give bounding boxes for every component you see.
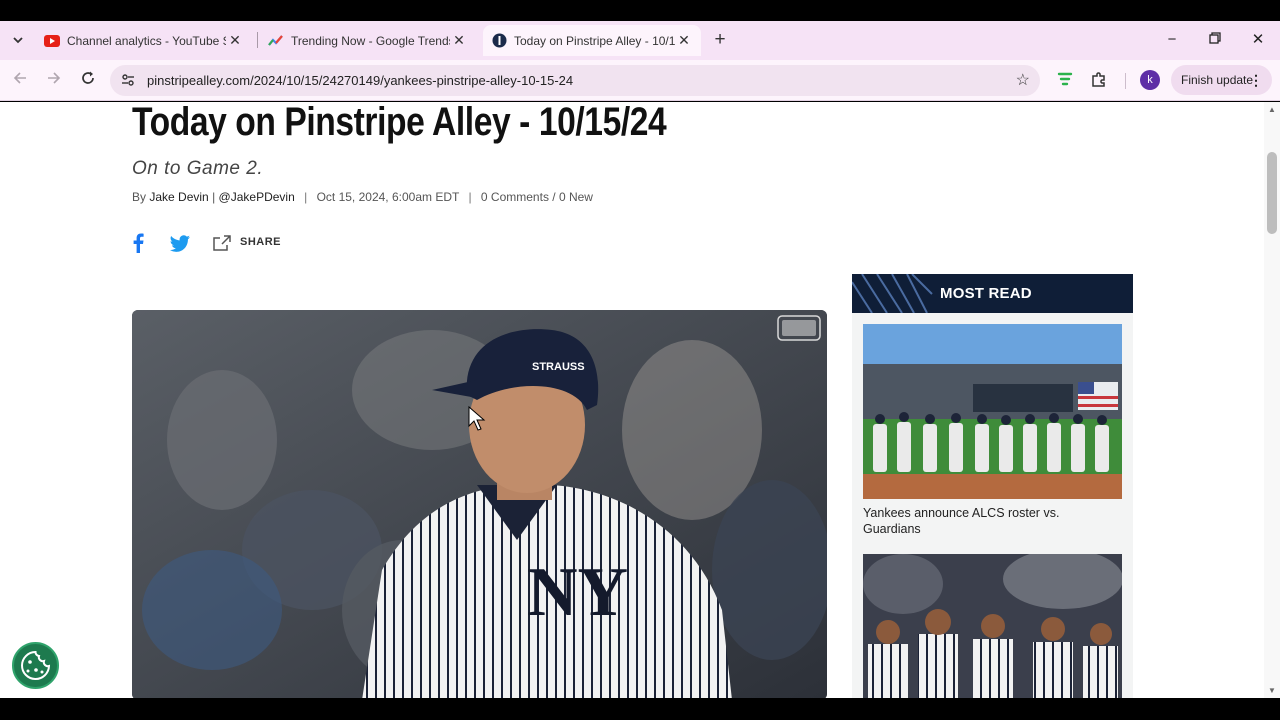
close-tab-icon[interactable]: ✕ [226, 32, 244, 49]
svg-text:STRAUSS: STRAUSS [532, 361, 585, 373]
tab-youtube-studio[interactable]: Channel analytics - YouTube Studio ✕ [36, 25, 252, 56]
tab-search-button[interactable] [7, 29, 29, 51]
extension-feedly-icon[interactable] [1056, 70, 1078, 92]
article-video[interactable]: NY STRAUSS [132, 310, 827, 698]
share-icon[interactable] [212, 232, 232, 254]
browser-tab-strip: Channel analytics - YouTube Studio ✕ Tre… [0, 21, 1280, 60]
new-tab-button[interactable]: + [709, 29, 731, 51]
tab-title: Trending Now - Google Trends [291, 33, 450, 48]
reload-button[interactable] [76, 69, 100, 93]
most-read-title: MOST READ [940, 285, 1032, 302]
finish-update-button[interactable]: Finish update ⋮ [1171, 65, 1272, 95]
tab-title: Channel analytics - YouTube Studio [67, 33, 226, 48]
google-trends-icon [268, 33, 284, 49]
restore-icon [1209, 32, 1221, 44]
page-scrollbar[interactable]: ▲ ▼ [1264, 102, 1280, 698]
toolbar-separator [1125, 73, 1126, 89]
minimize-button[interactable]: − [1160, 28, 1184, 52]
article-title: Today on Pinstripe Alley - 10/15/24 [132, 102, 667, 144]
byline-separator: | [468, 190, 472, 204]
reload-icon [82, 71, 94, 84]
tab-pinstripe-alley[interactable]: Today on Pinstripe Alley - 10/15/24 ✕ [483, 25, 701, 56]
most-read-list: Yankees announce ALCS roster vs. Guardia… [852, 313, 1133, 698]
byline-separator: | [304, 190, 308, 204]
cookie-icon [21, 650, 51, 680]
arrow-left-icon [13, 72, 26, 84]
address-bar[interactable]: pinstripealley.com/2024/10/15/24270149/y… [110, 65, 1040, 96]
screen-bottom-bar [0, 698, 1280, 720]
byline-pipe: | [212, 190, 216, 204]
article-byline: By Jake Devin | @JakePDevin | Oct 15, 20… [132, 190, 593, 204]
most-read-thumbnail[interactable] [863, 324, 1122, 499]
most-read-item-title[interactable]: Yankees announce ALCS roster vs. Guardia… [863, 505, 1113, 537]
more-menu-icon[interactable]: ⋮ [1249, 65, 1263, 95]
bookmark-star-icon[interactable]: ☆ [1016, 70, 1030, 90]
cookie-settings-button[interactable] [12, 642, 59, 689]
chevron-down-icon [13, 37, 23, 44]
browser-toolbar: pinstripealley.com/2024/10/15/24270149/y… [0, 60, 1280, 101]
extensions-puzzle-icon[interactable] [1090, 70, 1112, 92]
scroll-down-icon[interactable]: ▼ [1268, 686, 1276, 695]
most-read-thumbnail[interactable] [863, 554, 1122, 698]
screen-top-bar [0, 0, 1280, 21]
arrow-right-icon [48, 72, 61, 84]
article-subtitle: On to Game 2. [132, 158, 264, 179]
close-tab-icon[interactable]: ✕ [675, 32, 693, 49]
most-read-header: MOST READ [852, 274, 1133, 313]
article-timestamp: Oct 15, 2024, 6:00am EDT [316, 190, 460, 204]
tab-separator [257, 32, 258, 48]
author-link[interactable]: Jake Devin [149, 190, 208, 204]
facebook-share-icon[interactable] [133, 232, 144, 254]
close-window-button[interactable]: ✕ [1246, 28, 1270, 52]
restore-button[interactable] [1203, 28, 1227, 52]
author-twitter-link[interactable]: @JakePDevin [219, 190, 295, 204]
scrollbar-thumb[interactable] [1267, 152, 1277, 234]
tab-google-trends[interactable]: Trending Now - Google Trends ✕ [260, 25, 476, 56]
svg-text:NY: NY [527, 554, 628, 631]
forward-button[interactable] [42, 69, 66, 93]
video-frame-illustration: NY STRAUSS [132, 310, 827, 698]
stripe-decoration [852, 274, 933, 313]
twitter-share-icon[interactable] [170, 232, 190, 254]
site-settings-icon[interactable] [120, 72, 136, 88]
byline-by: By [132, 190, 147, 204]
close-tab-icon[interactable]: ✕ [450, 32, 468, 49]
youtube-icon [44, 33, 60, 49]
scroll-up-icon[interactable]: ▲ [1268, 105, 1276, 114]
pinstripe-alley-icon [491, 33, 507, 49]
finish-update-label: Finish update [1181, 73, 1254, 87]
share-label[interactable]: SHARE [240, 236, 281, 248]
url-text: pinstripealley.com/2024/10/15/24270149/y… [147, 73, 574, 88]
profile-avatar[interactable]: k [1140, 70, 1160, 90]
tab-title: Today on Pinstripe Alley - 10/15/24 [514, 33, 675, 48]
page-viewport: Today on Pinstripe Alley - 10/15/24 On t… [0, 102, 1280, 698]
comments-link[interactable]: 0 Comments / 0 New [481, 190, 593, 204]
back-button[interactable] [8, 69, 32, 93]
